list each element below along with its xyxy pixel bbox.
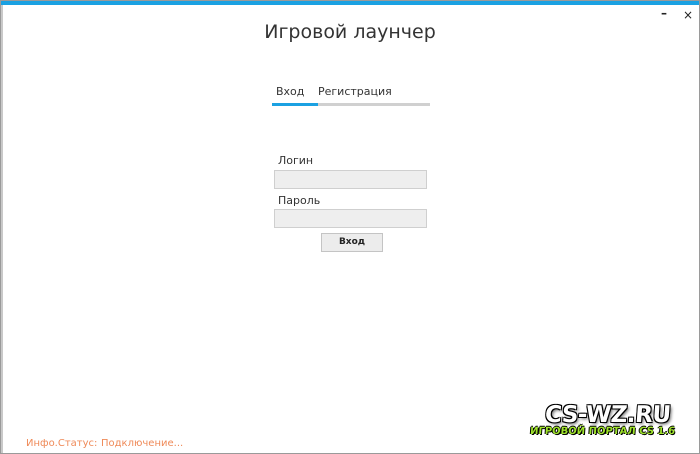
status-label: Инфо.Статус: — [26, 438, 98, 449]
title-bar-accent — [1, 1, 699, 5]
active-tab-indicator — [272, 103, 318, 106]
login-button[interactable]: Вход — [321, 233, 383, 252]
launcher-window: – × Игровой лаунчер Вход Регистрация Лог… — [0, 0, 700, 454]
login-input[interactable] — [274, 170, 427, 189]
password-label: Пароль — [278, 194, 321, 207]
site-watermark: CS-WZ.RU ИГРОВОЙ ПОРТАЛ CS 1.6 — [521, 401, 691, 443]
password-input[interactable] — [274, 209, 427, 228]
app-title: Игровой лаунчер — [264, 21, 436, 43]
watermark-subtitle: ИГРОВОЙ ПОРТАЛ CS 1.6 — [529, 426, 676, 437]
tab-login[interactable]: Вход — [276, 85, 304, 98]
status-value: Подключение... — [101, 438, 184, 449]
auth-tabs: Вход Регистрация — [272, 85, 430, 107]
minimize-button[interactable]: – — [661, 7, 667, 19]
tab-register[interactable]: Регистрация — [318, 85, 392, 98]
login-label: Логин — [278, 154, 314, 167]
close-button[interactable]: × — [683, 9, 693, 21]
watermark-title: CS-WZ.RU — [544, 402, 672, 428]
window-left-edge — [1, 5, 3, 453]
